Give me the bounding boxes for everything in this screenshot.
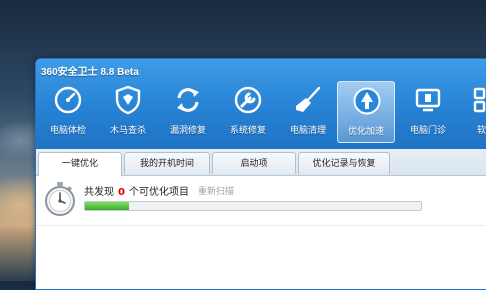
- toolbar-item-label: 软件: [476, 126, 486, 136]
- toolbar-item-optimize[interactable]: 优化加速: [337, 81, 395, 143]
- tab-strip: 一键优化 我的开机时间 启动项 优化记录与恢复: [36, 149, 486, 176]
- scan-progress-fill: [85, 202, 129, 210]
- main-toolbar: 电脑体检 木马查杀 漏洞修复 系统修复 电脑清理 优化加速 电脑门诊 软: [39, 81, 486, 143]
- tab-optimize-history[interactable]: 优化记录与恢复: [298, 152, 390, 174]
- app-window: 360安全卫士 8.8 Beta 电脑体检 木马查杀 漏洞修复 系统修复 电脑清…: [35, 58, 486, 290]
- header: 360安全卫士 8.8 Beta 电脑体检 木马查杀 漏洞修复 系统修复 电脑清…: [36, 59, 486, 149]
- scan-result-count: 0: [118, 187, 125, 198]
- toolbar-item-label: 电脑体检: [49, 126, 86, 136]
- toolbar-item-pc-checkup[interactable]: 电脑体检: [39, 81, 97, 143]
- toolbar-item-system-repair[interactable]: 系统修复: [219, 81, 277, 143]
- toolbar-item-label: 漏洞修复: [169, 126, 206, 136]
- toolbar-item-software[interactable]: 软件: [457, 81, 486, 143]
- refresh-icon: [177, 88, 199, 112]
- toolbar-item-trojan-scan[interactable]: 木马查杀: [99, 81, 157, 143]
- toolbar-item-label: 优化加速: [347, 127, 384, 137]
- broom-icon: [296, 86, 321, 112]
- grid-icon: [473, 87, 486, 113]
- shield-icon: [115, 85, 141, 115]
- toolbar-item-label: 电脑门诊: [409, 126, 446, 136]
- tab-boot-time[interactable]: 我的开机时间: [124, 152, 210, 174]
- scan-result-text: 共发现 0 个可优化项目: [84, 183, 189, 198]
- toolbar-item-label: 电脑清理: [289, 126, 326, 136]
- window-title: 360安全卫士 8.8 Beta: [41, 67, 139, 78]
- tab-one-click-optimize[interactable]: 一键优化: [38, 152, 122, 176]
- toolbar-item-vuln-fix[interactable]: 漏洞修复: [159, 81, 217, 143]
- gauge-icon: [54, 86, 82, 114]
- scan-result-suffix: 个可优化项目: [128, 187, 189, 198]
- main-content: 共发现 0 个可优化项目 重新扫描: [36, 176, 486, 289]
- scan-result-prefix: 共发现: [84, 187, 114, 198]
- row-divider: [36, 225, 486, 226]
- toolbar-item-pc-cleanup[interactable]: 电脑清理: [279, 81, 337, 143]
- stopwatch-icon: [45, 182, 75, 216]
- rocket-icon: [353, 87, 381, 115]
- scan-progress-bar: [84, 201, 422, 211]
- tab-startup-items[interactable]: 启动项: [212, 152, 296, 174]
- toolbar-item-pc-clinic[interactable]: 电脑门诊: [399, 81, 457, 143]
- toolbar-item-label: 系统修复: [229, 126, 266, 136]
- clinic-icon: [415, 88, 441, 112]
- toolbar-item-label: 木马查杀: [109, 126, 146, 136]
- rescan-link[interactable]: 重新扫描: [198, 184, 234, 197]
- wrench-icon: [234, 86, 262, 114]
